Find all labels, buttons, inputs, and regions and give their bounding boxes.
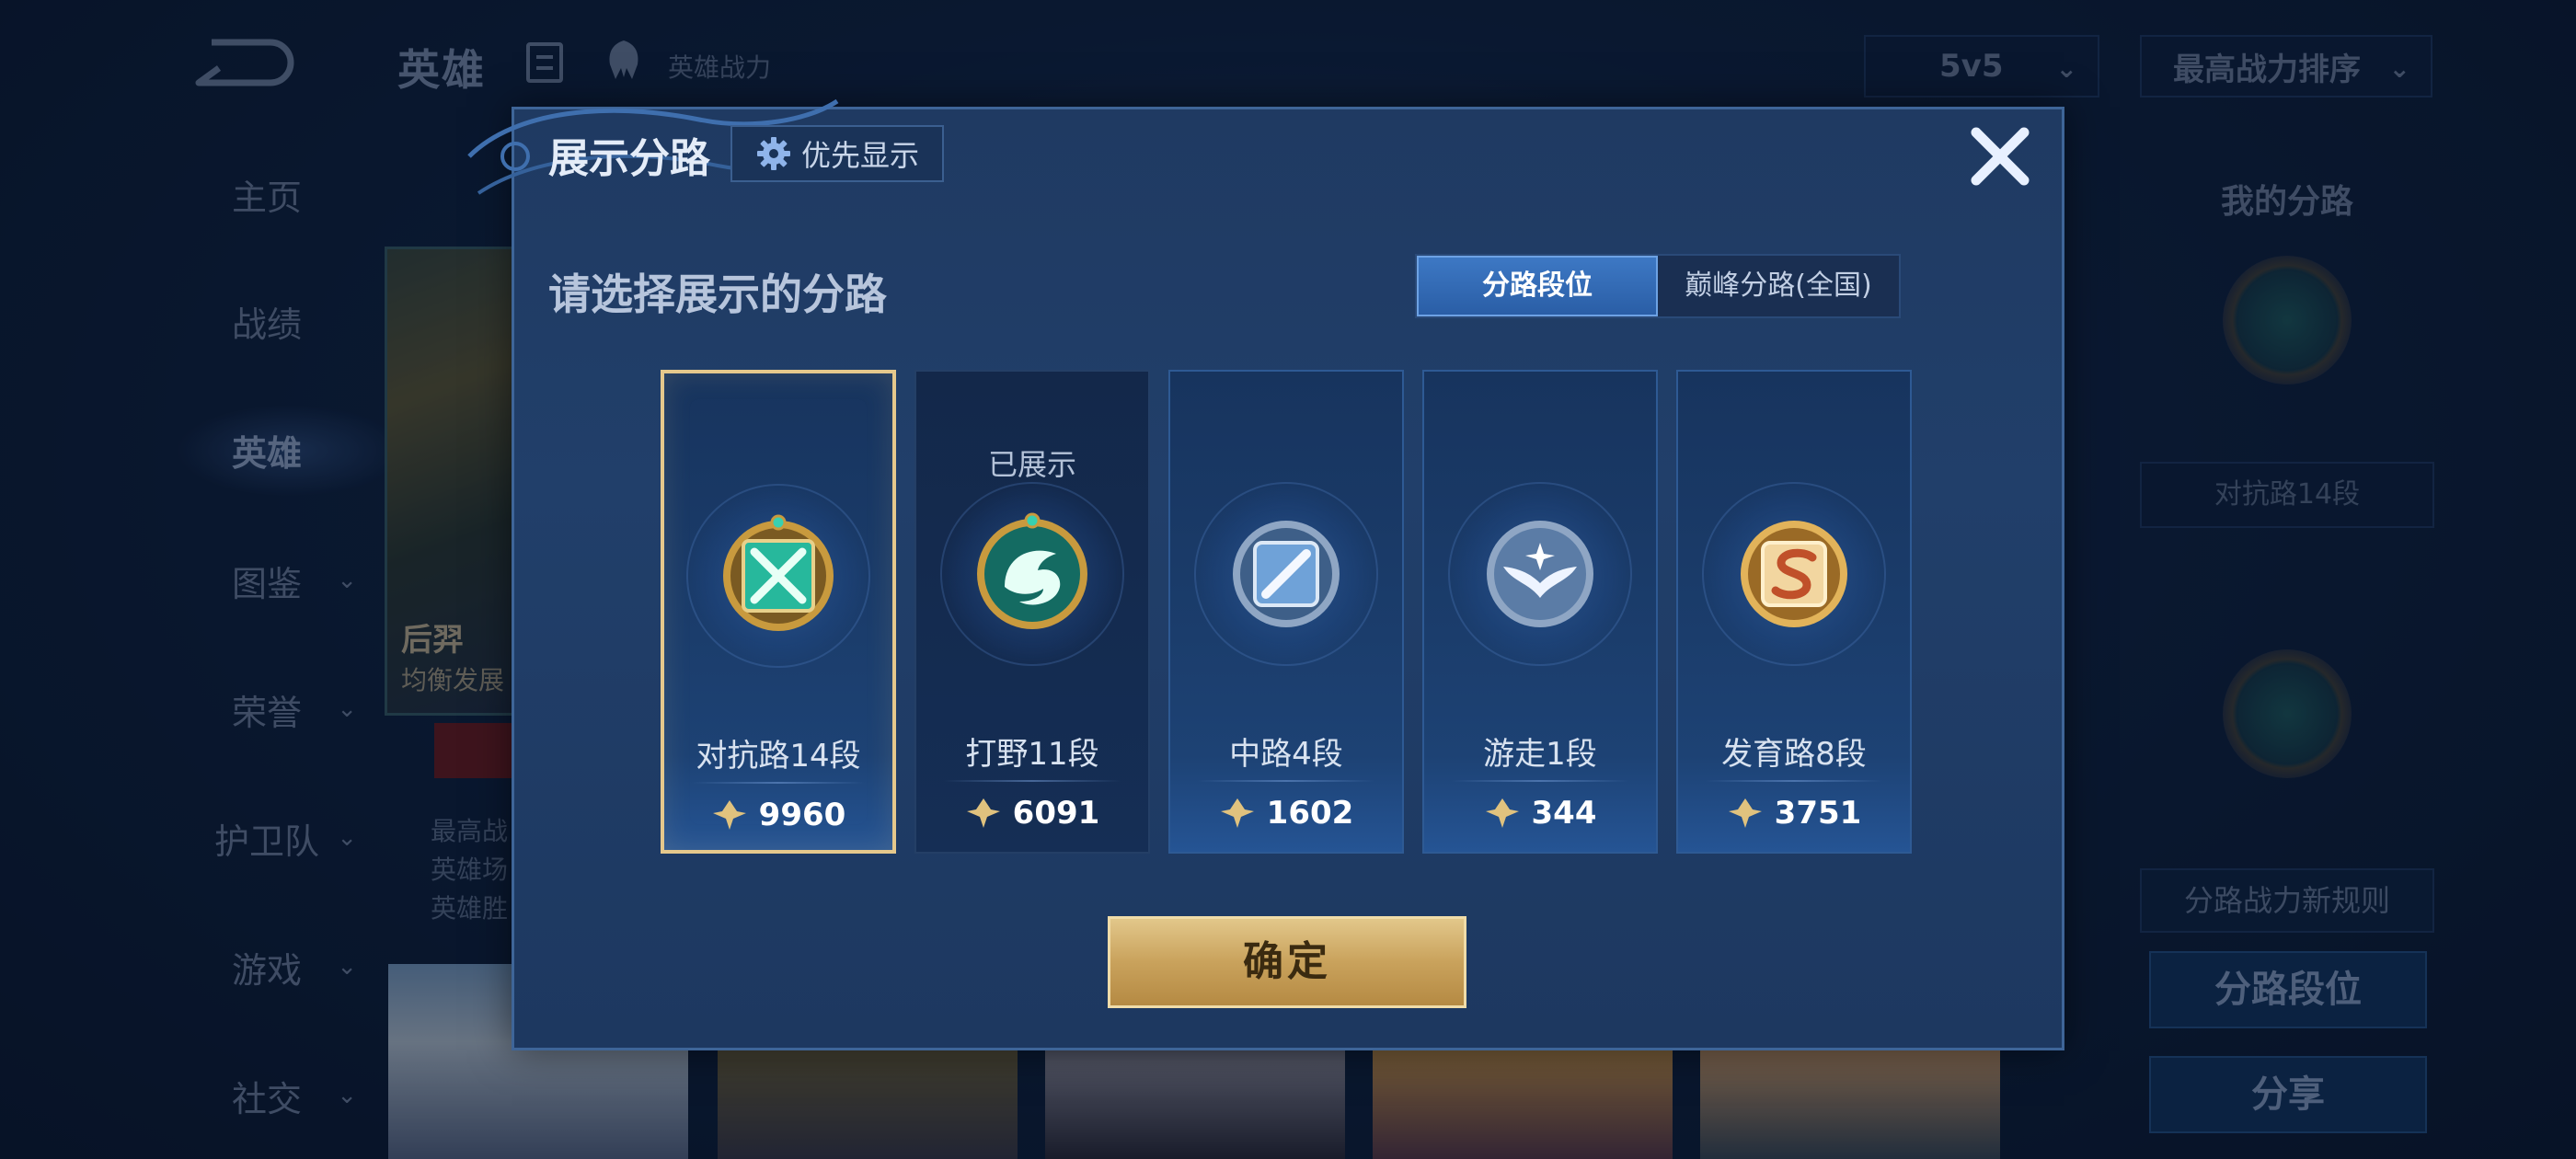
power-icon [1728, 798, 1762, 828]
lane-mode-segmented-control: 分路段位 巅峰分路(全国) [1415, 254, 1901, 318]
power-icon [966, 798, 1000, 828]
lane-card-top[interactable]: 对抗路14段 9960 [661, 370, 896, 854]
divider [1198, 780, 1374, 782]
power-icon [712, 800, 746, 830]
lane-score-value: 3751 [1774, 795, 1862, 832]
lane-score: 1602 [1170, 795, 1402, 832]
lane-card-mid[interactable]: 中路4段 1602 [1168, 370, 1404, 854]
jungle-dragon-emblem-icon [977, 512, 1087, 629]
divider [1452, 780, 1628, 782]
lane-card-jungle[interactable]: 已展示 打野11段 6091 [914, 370, 1150, 854]
mid-lane-emblem-icon [1233, 521, 1340, 627]
divider [1706, 780, 1882, 782]
farm-lane-emblem-icon [1741, 521, 1847, 627]
lane-score-value: 6091 [1012, 795, 1100, 832]
lane-score-value: 344 [1531, 795, 1597, 832]
gear-icon [756, 137, 790, 170]
power-icon [1485, 798, 1519, 828]
lane-card-farm[interactable]: 发育路8段 3751 [1676, 370, 1912, 854]
power-icon [1220, 798, 1254, 828]
confirm-button[interactable]: 确定 [1108, 916, 1466, 1008]
lane-score-value: 9960 [758, 797, 846, 833]
tab-lane-rank[interactable]: 分路段位 [1417, 256, 1658, 316]
tab-peak-lane[interactable]: 巅峰分路(全国) [1658, 256, 1899, 316]
lane-name: 中路4段 [1229, 736, 1343, 773]
priority-display-label: 优先显示 [800, 138, 919, 173]
lane-name: 对抗路14段 [696, 738, 861, 775]
shown-label: 已展示 [987, 447, 1076, 482]
roam-wings-emblem-icon [1487, 521, 1593, 627]
lane-score: 9960 [664, 797, 892, 833]
lane-score: 3751 [1678, 795, 1910, 832]
top-lane-emblem-icon [723, 514, 834, 631]
lane-name: 打野11段 [965, 736, 1099, 773]
priority-display-button[interactable]: 优先显示 [730, 125, 944, 182]
dialog-subtitle: 请选择展示的分路 [548, 270, 887, 319]
divider [944, 780, 1121, 782]
dialog-title: 展示分路 [548, 135, 710, 182]
lane-score: 6091 [916, 795, 1148, 832]
divider [692, 782, 865, 784]
lane-name: 游走1段 [1483, 736, 1597, 773]
close-icon[interactable] [1963, 120, 2037, 193]
lane-score-value: 1602 [1266, 795, 1354, 832]
lane-name: 发育路8段 [1721, 736, 1867, 773]
lane-score: 344 [1424, 795, 1656, 832]
lane-card-roam[interactable]: 游走1段 344 [1422, 370, 1658, 854]
